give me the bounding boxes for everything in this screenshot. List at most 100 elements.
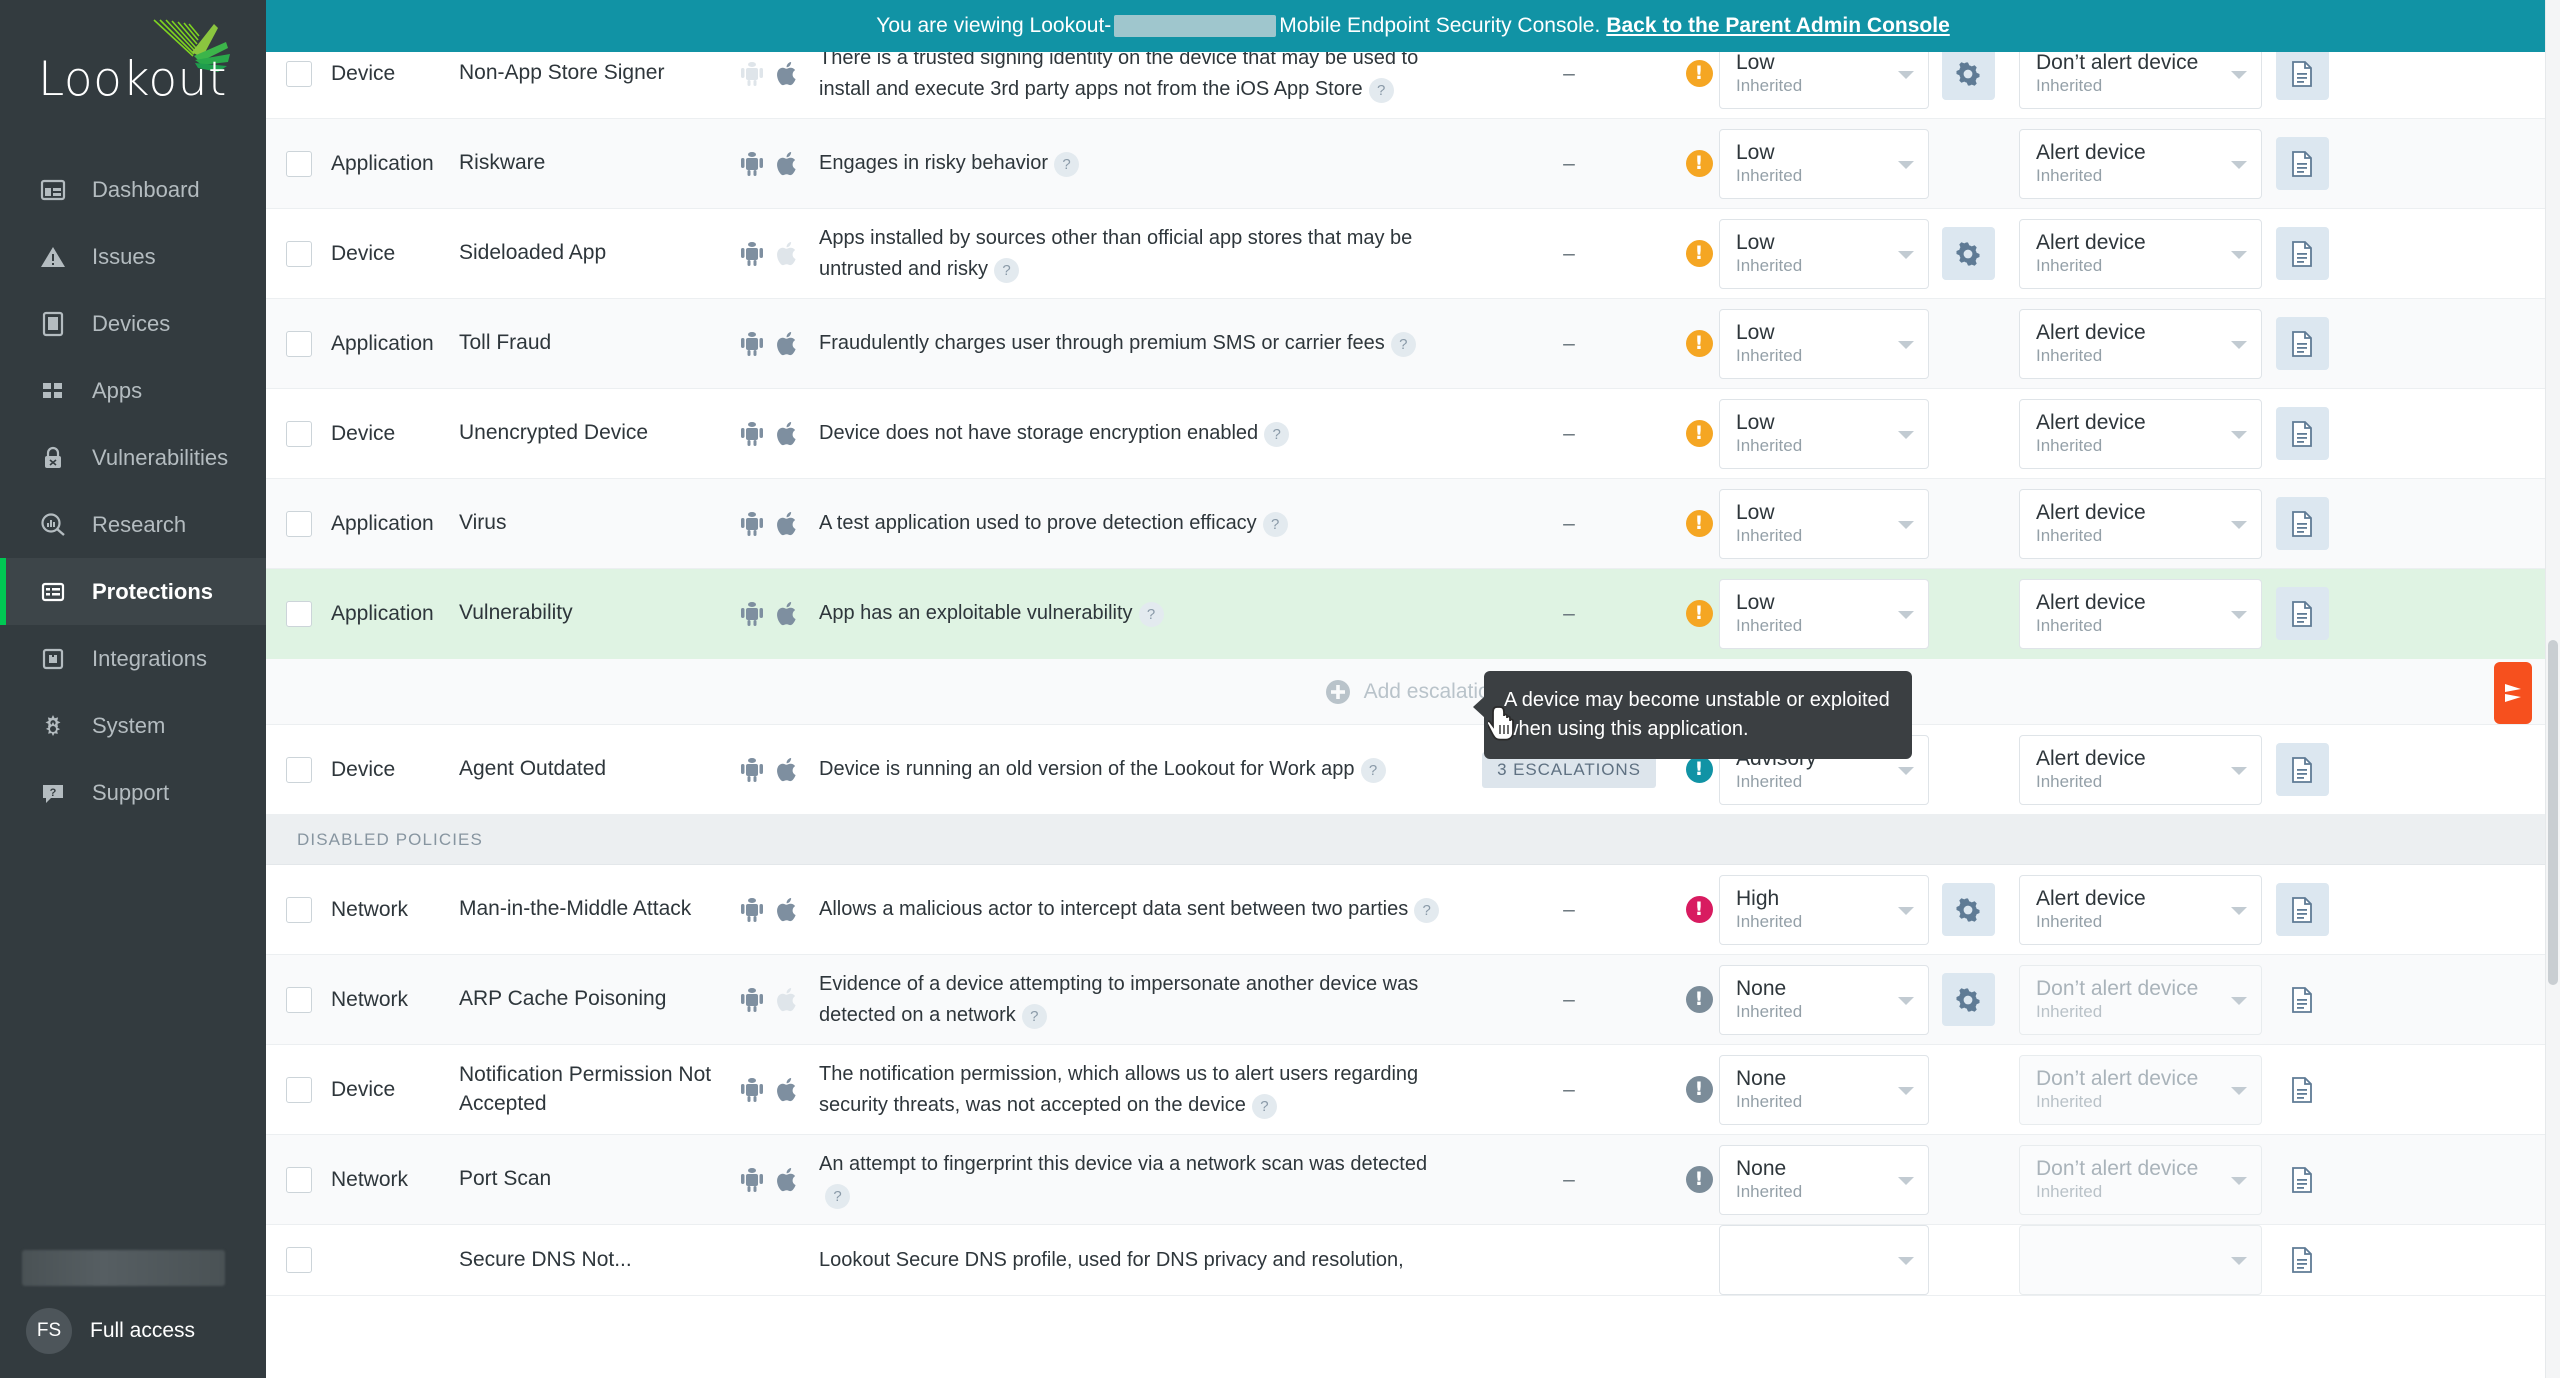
row-checkbox[interactable]	[286, 1247, 312, 1273]
severity-settings-button[interactable]	[1942, 47, 1995, 100]
severity-indicator-cell: !	[1679, 420, 1719, 447]
table-row[interactable]: NetworkPort ScanAn attempt to fingerprin…	[266, 1135, 2560, 1225]
sidebar-item-vulnerabilities[interactable]: Vulnerabilities	[0, 424, 266, 491]
help-question-icon[interactable]: ?	[1361, 758, 1386, 783]
view-policy-button[interactable]	[2276, 973, 2329, 1026]
tenant-name-redacted	[22, 1250, 225, 1286]
action-dropdown[interactable]: Don’t alert deviceInherited	[2019, 965, 2262, 1035]
action-dropdown[interactable]: Alert deviceInherited	[2019, 579, 2262, 649]
table-row[interactable]: DeviceUnencrypted DeviceDevice does not …	[266, 389, 2560, 479]
view-policy-button[interactable]	[2276, 227, 2329, 280]
sidebar-item-support[interactable]: ? Support	[0, 759, 266, 826]
row-checkbox[interactable]	[286, 987, 312, 1013]
help-question-icon[interactable]: ?	[1414, 898, 1439, 923]
row-checkbox[interactable]	[286, 151, 312, 177]
severity-settings-button[interactable]	[1942, 883, 1995, 936]
severity-dot-icon: !	[1686, 756, 1713, 783]
action-dropdown[interactable]: Don’t alert deviceInherited	[2019, 1145, 2262, 1215]
sidebar-item-integrations[interactable]: Integrations	[0, 625, 266, 692]
table-row[interactable]: NetworkMan-in-the-Middle AttackAllows a …	[266, 865, 2560, 955]
table-row[interactable]: ApplicationVirusA test application used …	[266, 479, 2560, 569]
sidebar-item-dashboard[interactable]: Dashboard	[0, 156, 266, 223]
severity-dropdown[interactable]: LowInherited	[1719, 579, 1929, 649]
help-question-icon[interactable]: ?	[1022, 1004, 1047, 1029]
row-checkbox[interactable]	[286, 511, 312, 537]
view-policy-button[interactable]	[2276, 497, 2329, 550]
table-row[interactable]: DeviceSideloaded AppApps installed by so…	[266, 209, 2560, 299]
row-checkbox[interactable]	[286, 421, 312, 447]
severity-dropdown[interactable]: LowInherited	[1719, 309, 1929, 379]
view-policy-button[interactable]	[2276, 1153, 2329, 1206]
view-policy-button[interactable]	[2276, 1063, 2329, 1116]
back-to-parent-admin-console-link[interactable]: Back to the Parent Admin Console	[1606, 14, 1949, 38]
table-row[interactable]: DeviceNotification Permission Not Accept…	[266, 1045, 2560, 1135]
severity-dropdown[interactable]: LowInherited	[1719, 399, 1929, 469]
view-policy-button[interactable]	[2276, 587, 2329, 640]
row-checkbox[interactable]	[286, 331, 312, 357]
table-row[interactable]: ApplicationToll FraudFraudulently charge…	[266, 299, 2560, 389]
view-policy-button[interactable]	[2276, 1234, 2329, 1287]
sidebar-item-research[interactable]: Research	[0, 491, 266, 558]
action-dropdown[interactable]: Alert deviceInherited	[2019, 489, 2262, 559]
severity-indicator-cell: !	[1679, 330, 1719, 357]
help-question-icon[interactable]: ?	[825, 1184, 850, 1209]
action-dropdown[interactable]: Don’t alert deviceInherited	[2019, 1055, 2262, 1125]
help-question-icon[interactable]: ?	[1369, 78, 1394, 103]
help-question-icon[interactable]: ?	[1054, 152, 1079, 177]
help-question-icon[interactable]: ?	[1263, 512, 1288, 537]
table-row[interactable]: DeviceAgent OutdatedDevice is running an…	[266, 725, 2560, 815]
sidebar-item-system[interactable]: System	[0, 692, 266, 759]
view-policy-button[interactable]	[2276, 883, 2329, 936]
view-policy-button[interactable]	[2276, 137, 2329, 190]
action-dropdown[interactable]: Alert deviceInherited	[2019, 735, 2262, 805]
view-policy-button[interactable]	[2276, 743, 2329, 796]
severity-settings-button[interactable]	[1942, 227, 1995, 280]
view-policy-button[interactable]	[2276, 407, 2329, 460]
user-access-row[interactable]: FS Full access	[0, 1308, 266, 1354]
row-checkbox[interactable]	[286, 1167, 312, 1193]
severity-dropdown[interactable]: LowInherited	[1719, 489, 1929, 559]
severity-dropdown[interactable]: NoneInherited	[1719, 1145, 1929, 1215]
row-checkbox[interactable]	[286, 61, 312, 87]
help-question-icon[interactable]: ?	[1139, 602, 1164, 627]
action-dropdown[interactable]: Alert deviceInherited	[2019, 399, 2262, 469]
severity-dropdown[interactable]	[1719, 1225, 1929, 1295]
action-dropdown[interactable]	[2019, 1225, 2262, 1295]
severity-dropdown[interactable]: HighInherited	[1719, 875, 1929, 945]
table-row[interactable]: Secure DNS Not...Lookout Secure DNS prof…	[266, 1225, 2560, 1296]
row-checkbox[interactable]	[286, 241, 312, 267]
row-checkbox[interactable]	[286, 897, 312, 923]
sidebar-item-devices[interactable]: Devices	[0, 290, 266, 357]
help-question-icon[interactable]: ?	[1252, 1094, 1277, 1119]
severity-dropdown[interactable]: LowInherited	[1719, 219, 1929, 289]
table-row[interactable]: ApplicationVulnerabilityApp has an explo…	[266, 569, 2560, 659]
policy-document-icon	[2290, 330, 2314, 358]
action-dropdown-cell: Don’t alert deviceInherited	[2007, 1055, 2262, 1125]
no-escalations-dash: –	[1563, 62, 1575, 86]
action-dropdown[interactable]: Alert deviceInherited	[2019, 309, 2262, 379]
row-checkbox[interactable]	[286, 601, 312, 627]
page-scrollbar[interactable]	[2546, 0, 2560, 1378]
sidebar-item-protections[interactable]: Protections	[0, 558, 266, 625]
sidebar-item-issues[interactable]: Issues	[0, 223, 266, 290]
severity-dropdown[interactable]: LowInherited	[1719, 129, 1929, 199]
help-question-icon[interactable]: ?	[1391, 332, 1416, 357]
help-question-icon[interactable]: ?	[994, 258, 1019, 283]
feedback-widget-tab[interactable]	[2494, 662, 2532, 724]
help-question-icon[interactable]: ?	[1264, 422, 1289, 447]
scrollbar-thumb[interactable]	[2548, 640, 2558, 985]
severity-settings-button[interactable]	[1942, 973, 1995, 1026]
table-row[interactable]: ApplicationRiskwareEngages in risky beha…	[266, 119, 2560, 209]
view-policy-button[interactable]	[2276, 47, 2329, 100]
row-checkbox[interactable]	[286, 757, 312, 783]
table-row[interactable]: NetworkARP Cache PoisoningEvidence of a …	[266, 955, 2560, 1045]
severity-dropdown[interactable]: NoneInherited	[1719, 965, 1929, 1035]
action-dropdown[interactable]: Alert deviceInherited	[2019, 875, 2262, 945]
severity-dropdown[interactable]: NoneInherited	[1719, 1055, 1929, 1125]
view-policy-button[interactable]	[2276, 317, 2329, 370]
action-dropdown[interactable]: Alert deviceInherited	[2019, 129, 2262, 199]
row-checkbox[interactable]	[286, 1077, 312, 1103]
brand-logo[interactable]: Lookout	[0, 0, 266, 150]
action-dropdown[interactable]: Alert deviceInherited	[2019, 219, 2262, 289]
sidebar-item-apps[interactable]: Apps	[0, 357, 266, 424]
